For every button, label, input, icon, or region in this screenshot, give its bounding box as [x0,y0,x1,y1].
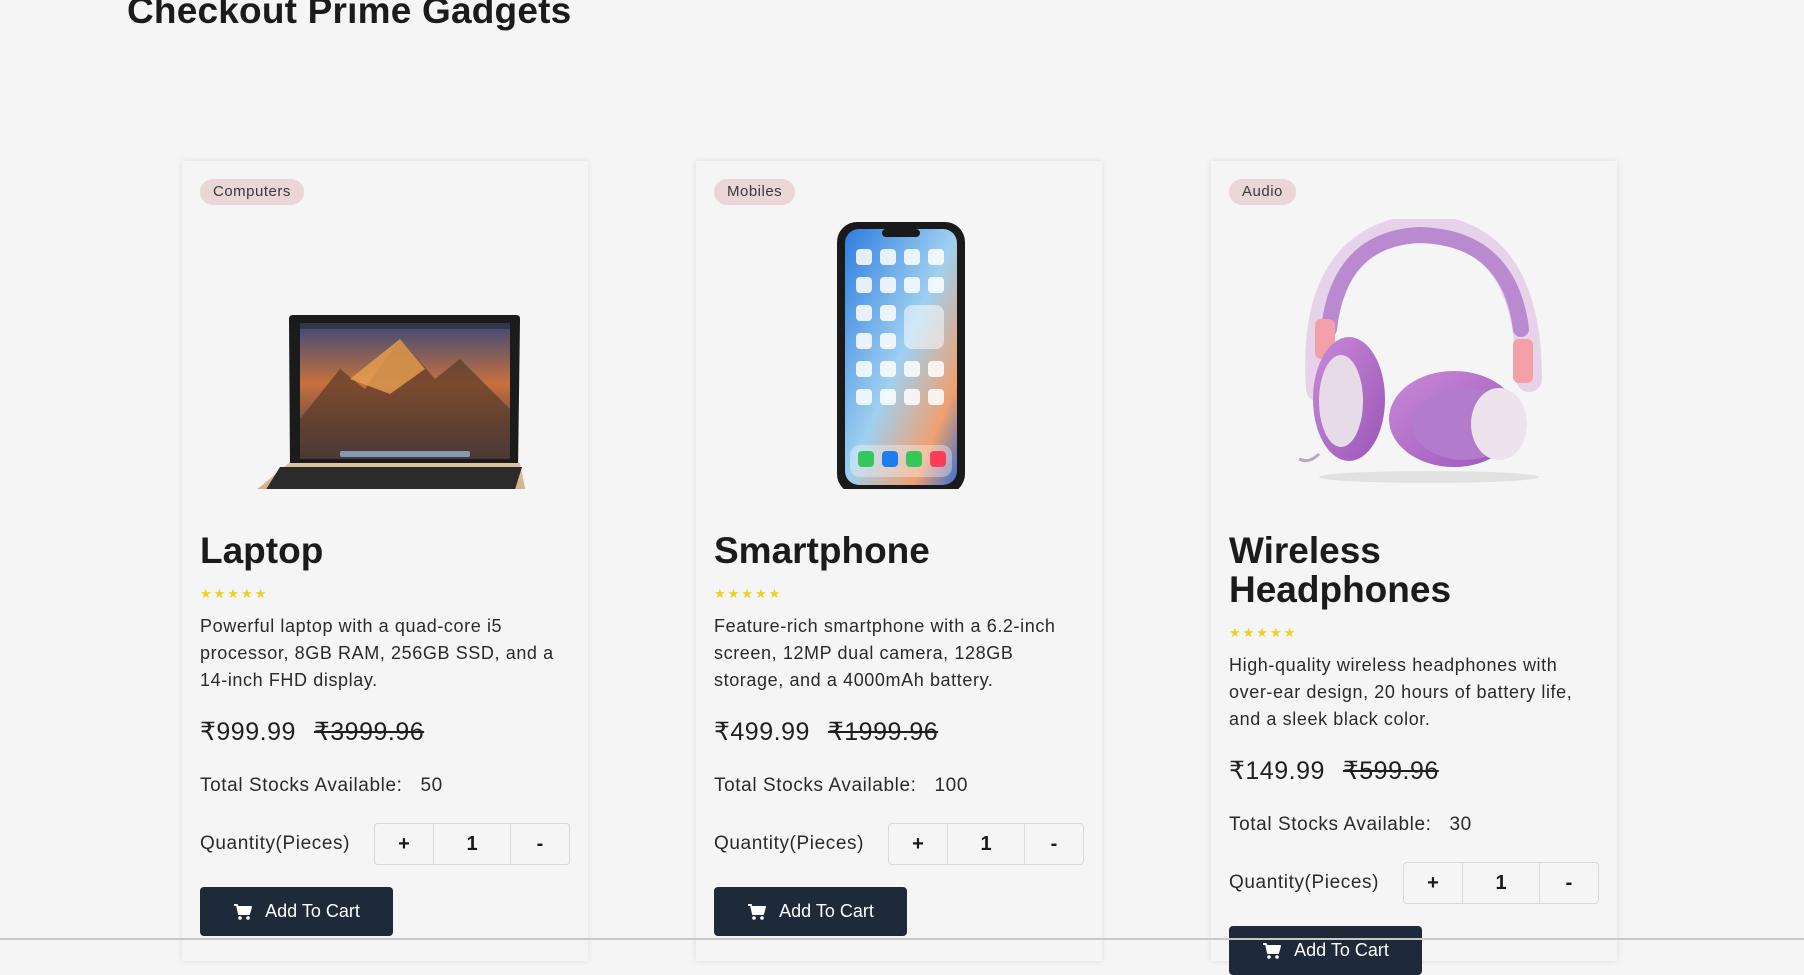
cart-icon [1263,942,1282,959]
quantity-row: Quantity(Pieces) + 1 - [714,823,1086,865]
quantity-label: Quantity(Pieces) [714,833,865,854]
stock-info: Total Stocks Available: 50 [200,775,443,797]
star-rating: ★★★★★ [200,586,269,601]
increment-button[interactable]: + [889,824,947,864]
quantity-stepper: + 1 - [1403,862,1599,904]
price-row: ₹999.99 ₹3999.96 [200,717,424,747]
price-row: ₹149.99 ₹599.96 [1229,756,1439,786]
product-description: Powerful laptop with a quad-core i5 proc… [200,616,554,690]
stock-value: 30 [1449,814,1472,835]
product-card: Computers Laptop ★★★★★ Powerful laptop w… [182,161,588,961]
quantity-label: Quantity(Pieces) [1229,872,1380,893]
quantity-stepper: + 1 - [888,823,1084,865]
quantity-stepper: + 1 - [374,823,570,865]
price-row: ₹499.99 ₹1999.96 [714,717,938,747]
current-price: ₹149.99 [1229,757,1325,785]
category-badge: Audio [1229,179,1296,205]
decrement-button[interactable]: - [1540,863,1598,903]
current-price: ₹999.99 [200,718,296,746]
page-title: Checkout Prime Gadgets [127,0,572,31]
quantity-row: Quantity(Pieces) + 1 - [200,823,572,865]
original-price: ₹3999.96 [313,718,425,746]
laptop-image[interactable] [200,219,570,489]
quantity-value: 1 [1462,863,1540,903]
decrement-button[interactable]: - [511,824,569,864]
star-rating: ★★★★★ [1229,625,1298,640]
stock-info: Total Stocks Available: 100 [714,775,968,797]
stock-label: Total Stocks Available: [1229,814,1432,835]
original-price: ₹599.96 [1342,757,1439,785]
stock-value: 50 [420,775,443,796]
quantity-value: 1 [947,824,1025,864]
add-to-cart-label: Add To Cart [1294,940,1389,960]
add-to-cart-label: Add To Cart [779,901,874,921]
stock-label: Total Stocks Available: [200,775,403,796]
product-name: Laptop [200,530,324,571]
quantity-label: Quantity(Pieces) [200,833,351,854]
original-price: ₹1999.96 [827,718,939,746]
add-to-cart-button[interactable]: Add To Cart [1229,926,1422,975]
add-to-cart-label: Add To Cart [265,901,360,921]
cart-icon [234,903,253,920]
decrement-button[interactable]: - [1025,824,1083,864]
add-to-cart-button[interactable]: Add To Cart [714,887,907,936]
product-name: Wireless Headphones [1229,530,1452,610]
product-card: Audio Wireless Headphones ★★★★★ High-qua… [1211,161,1617,975]
product-description: Feature-rich smartphone with a 6.2-inch … [714,616,1056,690]
product-name: Smartphone [714,530,930,571]
increment-button[interactable]: + [375,824,433,864]
stock-value: 100 [934,775,969,796]
increment-button[interactable]: + [1404,863,1462,903]
quantity-value: 1 [433,824,511,864]
quantity-row: Quantity(Pieces) + 1 - [1229,862,1601,904]
stock-label: Total Stocks Available: [714,775,917,796]
stock-info: Total Stocks Available: 30 [1229,814,1472,836]
product-card: Mobiles Smartphone ★★★★★ Feature-rich sm… [696,161,1102,961]
add-to-cart-button[interactable]: Add To Cart [200,887,393,936]
category-badge: Mobiles [714,179,796,205]
current-price: ₹499.99 [714,718,810,746]
smartphone-image[interactable] [714,219,1084,489]
product-description: High-quality wireless headphones with ov… [1229,655,1573,729]
product-grid: Computers Laptop ★★★★★ Powerful laptop w… [0,161,1804,975]
star-rating: ★★★★★ [714,586,783,601]
headphones-image[interactable] [1229,219,1599,489]
category-badge: Computers [200,179,304,205]
cart-icon [748,903,767,920]
